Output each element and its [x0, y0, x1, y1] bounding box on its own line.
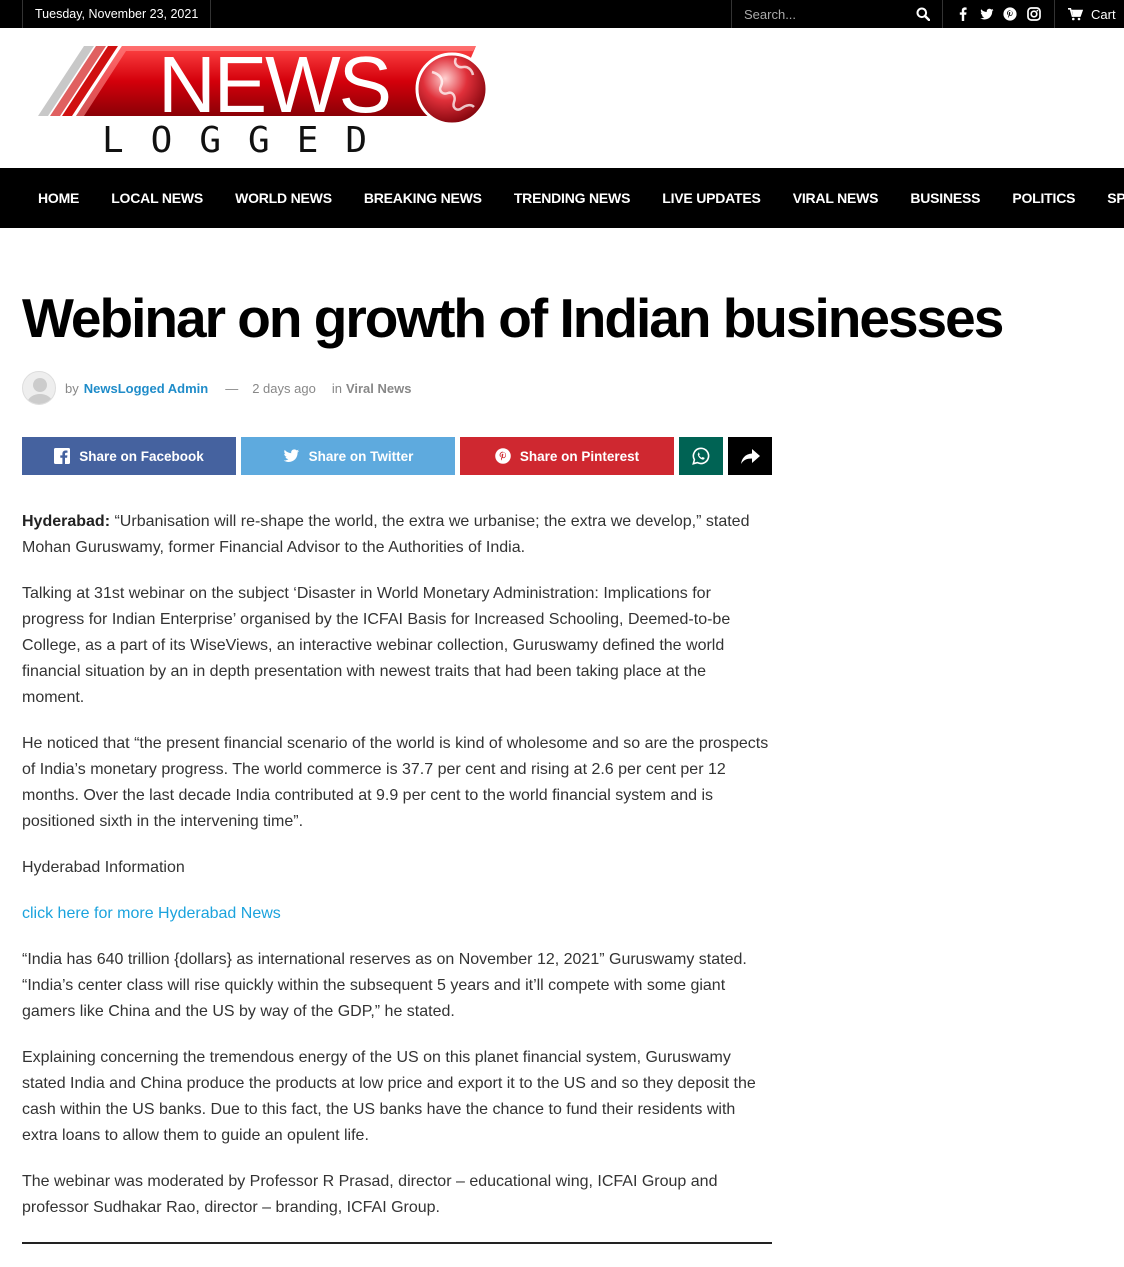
nav-item-home[interactable]: HOME — [22, 190, 95, 206]
whatsapp-icon — [692, 447, 710, 465]
nav-item-breaking-news[interactable]: BREAKING NEWS — [348, 190, 498, 206]
logo-logged-text: LOGGED — [102, 120, 394, 160]
share-more-button[interactable] — [728, 437, 772, 475]
author-link[interactable]: NewsLogged Admin — [84, 381, 208, 396]
meta-in: in — [331, 380, 342, 396]
paragraph-3: He noticed that “the present financial s… — [22, 735, 769, 830]
search-icon[interactable] — [916, 7, 931, 22]
share-twitter-button[interactable]: Share on Twitter — [241, 437, 455, 475]
content-divider — [22, 1242, 772, 1244]
main-navigation: HOME LOCAL NEWS WORLD NEWS BREAKING NEWS… — [0, 168, 1124, 228]
share-bar: Share on Facebook Share on Twitter Share… — [22, 437, 777, 475]
article-meta: by NewsLogged Admin — 2 days ago in Vira… — [22, 371, 411, 405]
site-logo[interactable]: NEWS LOGGED — [36, 40, 491, 161]
meta-separator: — — [225, 380, 239, 396]
nav-item-politics[interactable]: POLITICS — [996, 190, 1091, 206]
share-pinterest-label: Share on Pinterest — [519, 448, 640, 464]
twitter-icon[interactable] — [979, 7, 994, 21]
logo-news-text: NEWS — [158, 42, 390, 129]
social-links — [943, 0, 1055, 28]
paragraph-link: click here for more Hyderabad News — [22, 901, 772, 927]
instagram-icon[interactable] — [1027, 7, 1041, 21]
facebook-icon — [54, 448, 71, 464]
paragraph-6: Explaining concerning the tremendous ene… — [22, 1049, 756, 1144]
share-twitter-label: Share on Twitter — [308, 448, 414, 464]
article-title: Webinar on growth of Indian businesses — [22, 287, 1004, 349]
paragraph-5: “India has 640 trillion {dollars} as int… — [22, 951, 747, 1020]
paragraph-1-text: “Urbanisation will re-shape the world, t… — [22, 513, 750, 556]
facebook-icon[interactable] — [956, 7, 970, 22]
share-arrow-icon — [740, 448, 760, 464]
twitter-icon — [283, 449, 299, 462]
current-date: Tuesday, November 23, 2021 — [22, 0, 212, 28]
dateline: Hyderabad: — [22, 513, 111, 530]
paragraph-2: Talking at 31st webinar on the subject ‘… — [22, 585, 731, 706]
cart-label: Cart — [1091, 6, 1116, 22]
nav-item-live-updates[interactable]: LIVE UPDATES — [646, 190, 776, 206]
share-pinterest-button[interactable]: Share on Pinterest — [460, 437, 674, 475]
author-avatar[interactable] — [22, 371, 56, 405]
article-content: Hyderabad: “Urbanisation will re-shape t… — [22, 509, 772, 1241]
cart-link[interactable]: Cart — [1056, 0, 1116, 28]
meta-by: by — [65, 380, 79, 396]
pinterest-icon — [495, 448, 511, 464]
search-input[interactable] — [732, 0, 902, 28]
cart-icon — [1068, 7, 1083, 20]
paragraph-1: Hyderabad: “Urbanisation will re-shape t… — [22, 509, 772, 561]
nav-item-sports[interactable]: SPORTS — [1091, 190, 1124, 206]
nav-item-world-news[interactable]: WORLD NEWS — [219, 190, 348, 206]
nav-item-local-news[interactable]: LOCAL NEWS — [95, 190, 219, 206]
post-date: 2 days ago — [252, 380, 316, 396]
share-whatsapp-button[interactable] — [679, 437, 723, 475]
paragraph-7: The webinar was moderated by Professor R… — [22, 1173, 718, 1216]
share-facebook-label: Share on Facebook — [79, 448, 204, 464]
paragraph-4: Hyderabad Information — [22, 859, 185, 876]
share-facebook-button[interactable]: Share on Facebook — [22, 437, 236, 475]
nav-item-trending-news[interactable]: TRENDING NEWS — [498, 190, 646, 206]
more-hyderabad-news-link[interactable]: click here for more Hyderabad News — [22, 905, 281, 922]
top-bar: Tuesday, November 23, 2021 Cart — [0, 0, 1124, 28]
site-header: NEWS LOGGED — [0, 28, 1124, 168]
category-link[interactable]: Viral News — [346, 381, 412, 396]
search-box — [731, 0, 943, 28]
pinterest-icon[interactable] — [1003, 7, 1017, 21]
nav-item-viral-news[interactable]: VIRAL NEWS — [777, 190, 895, 206]
nav-item-business[interactable]: BUSINESS — [894, 190, 996, 206]
